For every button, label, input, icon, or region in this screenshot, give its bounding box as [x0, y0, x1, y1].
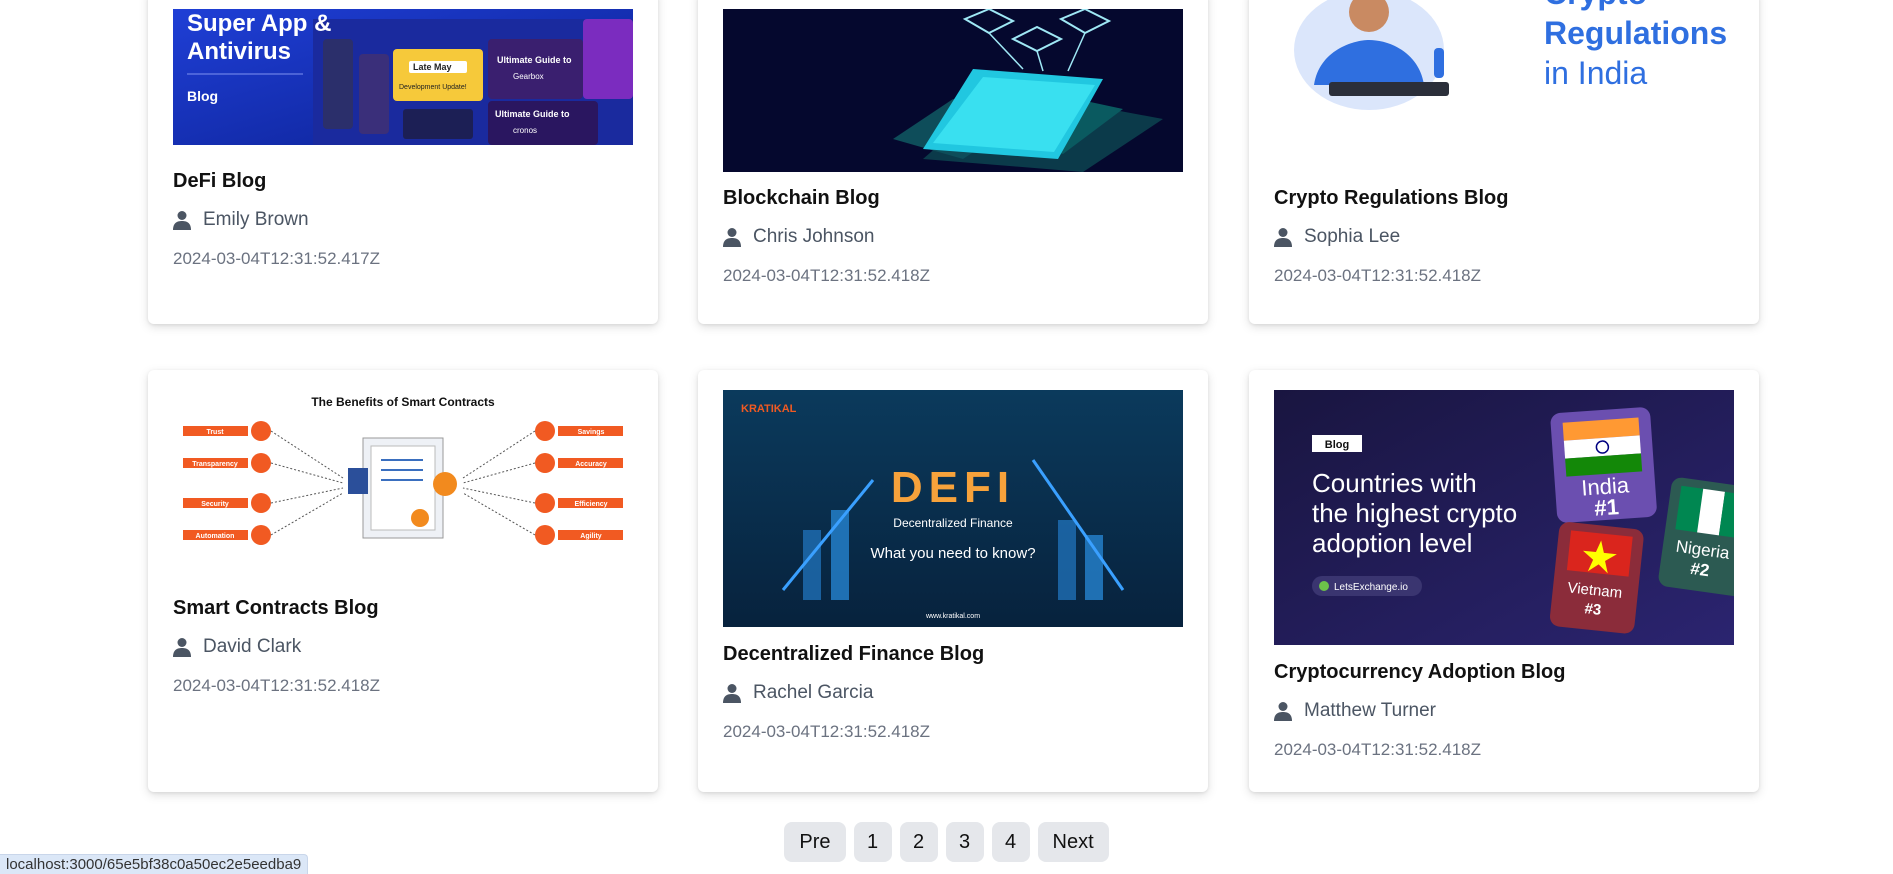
thumb-text: cronos	[513, 126, 537, 135]
benefit-label: Efficiency	[574, 501, 607, 508]
author-name: Chris Johnson	[753, 226, 875, 247]
thumb-text: #2	[1689, 559, 1710, 580]
page-3-button[interactable]: 3	[945, 822, 984, 862]
blog-card-blockchain[interactable]: Blockchain Blog Chris Johnson 2024-03-04…	[698, 0, 1208, 324]
thumb-text: Ultimate Guide to	[497, 55, 572, 65]
thumb-text: What you need to know?	[870, 545, 1035, 562]
page-4-button[interactable]: 4	[991, 822, 1030, 862]
blog-thumbnail-image: KRATIKAL DEFI Decentralized Finance What…	[723, 390, 1183, 627]
thumb-text: www.kratikal.com	[925, 613, 980, 620]
author-name: Emily Brown	[203, 209, 309, 230]
author-name: Rachel Garcia	[753, 682, 874, 703]
thumb-text: DEFI	[891, 463, 1015, 512]
thumb-text: Crypto	[1544, 0, 1647, 11]
benefit-label: Agility	[580, 533, 601, 540]
blog-author: Sophia Lee	[1274, 226, 1400, 248]
user-icon	[173, 210, 191, 230]
thumb-text: Regulations	[1544, 15, 1727, 51]
thumb-text: adoption level	[1312, 528, 1472, 558]
page-1-button[interactable]: 1	[853, 822, 892, 862]
benefit-label: Accuracy	[575, 461, 607, 468]
thumb-text: KRATIKAL	[741, 403, 797, 415]
thumb-text: The Benefits of Smart Contracts	[311, 395, 495, 409]
author-name: Matthew Turner	[1304, 700, 1436, 721]
blog-thumbnail-image: Blog Countries with the highest crypto a…	[1274, 390, 1734, 645]
benefit-label: Trust	[206, 429, 224, 436]
thumb-text: the highest crypto	[1312, 498, 1517, 528]
thumb-text: Countries with	[1312, 468, 1477, 498]
blog-title[interactable]: Blockchain Blog	[723, 187, 880, 210]
blog-card-crypto-regulations[interactable]: Crypto Regulations in India Crypto Regul…	[1249, 0, 1759, 324]
thumb-text: in India	[1544, 55, 1647, 91]
blog-date: 2024-03-04T12:31:52.418Z	[1274, 266, 1481, 285]
thumb-text: LetsExchange.io	[1334, 582, 1408, 593]
blog-thumbnail-image	[723, 9, 1183, 172]
thumb-text: Super App &	[187, 10, 331, 37]
prev-page-button[interactable]: Pre	[784, 822, 846, 862]
thumb-text: Blog	[187, 88, 218, 104]
blog-title[interactable]: Decentralized Finance Blog	[723, 643, 984, 666]
page-2-button[interactable]: 2	[899, 822, 938, 862]
blog-date: 2024-03-04T12:31:52.417Z	[173, 249, 380, 268]
blog-author: David Clark	[173, 636, 301, 658]
thumb-text: Blog	[1325, 439, 1349, 451]
blog-card-smart-contracts[interactable]: The Benefits of Smart Contracts Trust Tr…	[148, 370, 658, 792]
status-bar-url: localhost:3000/65e5bf38c0a50ec2e5eedba9	[0, 854, 309, 874]
thumb-text: #1	[1594, 494, 1620, 521]
blog-date: 2024-03-04T12:31:52.418Z	[1274, 740, 1481, 759]
author-name: Sophia Lee	[1304, 226, 1401, 247]
thumb-text: Antivirus	[187, 38, 291, 65]
benefit-label: Automation	[196, 533, 235, 540]
blog-title[interactable]: Smart Contracts Blog	[173, 597, 379, 620]
user-icon	[723, 683, 741, 703]
blog-card-decentralized-finance[interactable]: KRATIKAL DEFI Decentralized Finance What…	[698, 370, 1208, 792]
blog-card-cryptocurrency-adoption[interactable]: Blog Countries with the highest crypto a…	[1249, 370, 1759, 792]
benefit-label: Security	[201, 501, 229, 508]
benefit-label: Transparency	[192, 461, 238, 468]
thumb-text: Development Update!	[399, 84, 467, 91]
thumb-text: Decentralized Finance	[893, 516, 1013, 530]
blog-author: Emily Brown	[173, 209, 309, 231]
blog-card-defi[interactable]: Super App & Antivirus Blog Late May Deve…	[148, 0, 658, 324]
benefit-label: Savings	[578, 429, 605, 436]
next-page-button[interactable]: Next	[1037, 822, 1109, 862]
user-icon	[723, 227, 741, 247]
user-icon	[1274, 227, 1292, 247]
blog-date: 2024-03-04T12:31:52.418Z	[173, 676, 380, 695]
blog-date: 2024-03-04T12:31:52.418Z	[723, 266, 930, 285]
author-name: David Clark	[203, 636, 302, 657]
thumb-text: Gearbox	[513, 72, 544, 81]
blog-title[interactable]: Cryptocurrency Adoption Blog	[1274, 661, 1565, 684]
thumb-text: #3	[1584, 600, 1602, 619]
blog-date: 2024-03-04T12:31:52.418Z	[723, 722, 930, 741]
thumb-text: Late May	[413, 62, 452, 72]
user-icon	[173, 637, 191, 657]
blog-author: Matthew Turner	[1274, 700, 1436, 722]
blog-thumbnail-image: Crypto Regulations in India	[1274, 0, 1734, 172]
thumb-text: Ultimate Guide to	[495, 109, 570, 119]
blog-author: Chris Johnson	[723, 226, 874, 248]
blog-title[interactable]: DeFi Blog	[173, 170, 266, 193]
user-icon	[1274, 701, 1292, 721]
blog-thumbnail-image: The Benefits of Smart Contracts Trust Tr…	[173, 388, 633, 568]
blog-thumbnail-image: Super App & Antivirus Blog Late May Deve…	[173, 9, 633, 145]
blog-author: Rachel Garcia	[723, 682, 873, 704]
blog-title[interactable]: Crypto Regulations Blog	[1274, 187, 1508, 210]
